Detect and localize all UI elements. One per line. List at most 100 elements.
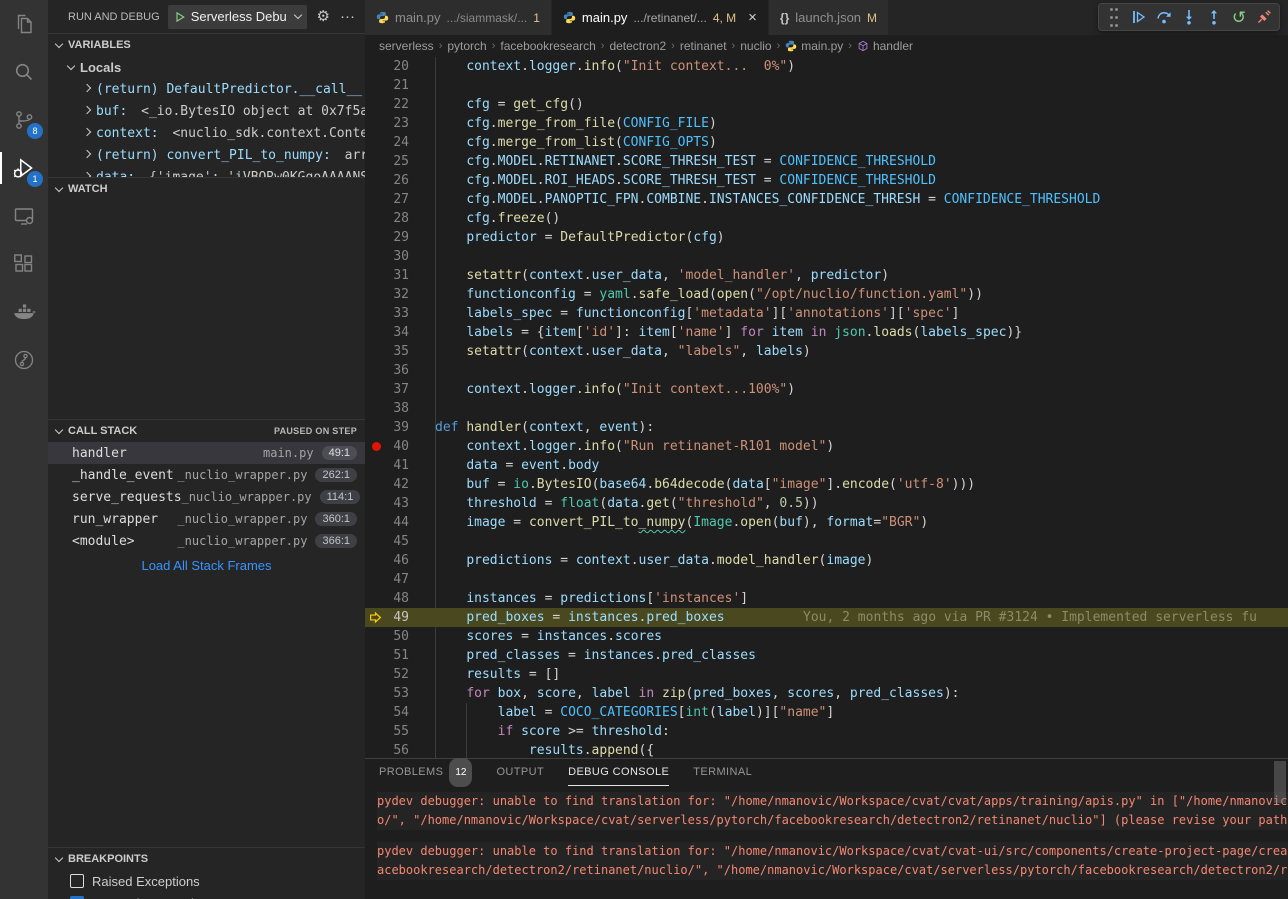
line-number: 25 [365, 152, 409, 171]
code-line: 43 threshold = float(data.get("threshold… [365, 494, 1288, 513]
continue-button[interactable] [1128, 6, 1150, 28]
stack-frame-row[interactable]: <module>_nuclio_wrapper.py366:1 [48, 530, 365, 552]
chevron-right-icon: › [439, 40, 443, 52]
variable-name: (return) DefaultPredictor.__call__: [96, 82, 365, 97]
sidebar-item-search[interactable] [0, 48, 48, 96]
call-stack-header[interactable]: CALL STACK PAUSED ON STEP [48, 420, 365, 442]
disconnect-button[interactable] [1253, 6, 1275, 28]
scope-locals[interactable]: Locals [48, 56, 365, 78]
drag-handle-icon[interactable] [1103, 6, 1125, 28]
breakpoint-uncaught-exceptions[interactable]: ✓ Uncaught Exceptions [48, 892, 365, 899]
breadcrumb-item[interactable]: retinanet [680, 39, 727, 53]
stack-frame-row[interactable]: serve_requests_nuclio_wrapper.py114:1 [48, 486, 365, 508]
step-over-button[interactable] [1153, 6, 1175, 28]
sidebar-item-explorer[interactable] [0, 0, 48, 48]
sidebar-header: RUN AND DEBUG Serverless Debu ⚙ ··· [48, 0, 365, 33]
chevron-right-icon: › [492, 40, 496, 52]
sidebar-item-extensions[interactable] [0, 240, 48, 288]
chevron-down-icon [67, 61, 75, 69]
start-debug-icon[interactable] [174, 11, 186, 23]
code-text: cfg.freeze() [435, 209, 560, 228]
step-into-button[interactable] [1178, 6, 1200, 28]
tab-main-py-retinanet[interactable]: main.py .../retinanet/... 4, M × [552, 0, 769, 35]
code-text: label = COCO_CATEGORIES[int(label)]["nam… [435, 703, 834, 722]
tab-main-py-siammask[interactable]: main.py .../siammask/... 1 [365, 0, 552, 35]
breadcrumb-item-file[interactable]: main.py [785, 39, 843, 53]
breadcrumb-item[interactable]: facebookresearch [500, 39, 595, 53]
code-text: context.logger.info("Init context...100%… [435, 380, 795, 399]
panel-tabs: PROBLEMS 12 OUTPUT DEBUG CONSOLE TERMINA… [365, 759, 1288, 786]
tab-terminal[interactable]: TERMINAL [693, 759, 752, 786]
panel-scrollbar[interactable] [1274, 761, 1286, 803]
git-blame-annotation: You, 2 months ago via PR #3124 • Impleme… [803, 608, 1257, 627]
launch-config-dropdown[interactable]: Serverless Debu [168, 5, 307, 29]
variable-value: {'image': 'iVBORw0KGgoAAAANSUhE… [141, 170, 365, 178]
debug-console-output[interactable]: pydev debugger: unable to find translati… [365, 786, 1288, 892]
tab-output[interactable]: OUTPUT [496, 759, 544, 786]
breadcrumb-item[interactable]: pytorch [447, 39, 486, 53]
tab-problems[interactable]: PROBLEMS 12 [379, 759, 472, 786]
variable-row[interactable]: buf: <_io.BytesIO object at 0x7f5a2dc1ec… [48, 100, 365, 122]
code-line: 21 [365, 76, 1288, 95]
chevron-down-icon [55, 425, 63, 433]
stack-frame-position: 114:1 [320, 490, 361, 504]
run-debug-sidebar: RUN AND DEBUG Serverless Debu ⚙ ··· VARI… [48, 0, 365, 899]
sidebar-item-run-and-debug[interactable]: 1 [0, 144, 48, 192]
restart-button[interactable]: ↺ [1228, 6, 1250, 28]
breadcrumb-item[interactable]: detectron2 [609, 39, 666, 53]
stack-frame-row[interactable]: run_wrapper_nuclio_wrapper.py360:1 [48, 508, 365, 530]
line-number: 41 [365, 456, 409, 475]
close-icon[interactable]: × [748, 9, 757, 26]
breadcrumb-item[interactable]: serverless [379, 39, 434, 53]
breakpoints-header[interactable]: BREAKPOINTS [48, 848, 365, 870]
breadcrumb-item[interactable]: nuclio [740, 39, 771, 53]
python-icon [376, 11, 389, 24]
code-line: 20 context.logger.info("Init context... … [365, 57, 1288, 76]
more-actions-icon[interactable]: ··· [340, 9, 355, 24]
checkbox-unchecked[interactable] [70, 874, 84, 888]
sidebar-item-remote-explorer[interactable] [0, 192, 48, 240]
load-all-stack-frames-link[interactable]: Load All Stack Frames [48, 558, 365, 573]
stack-frame-row[interactable]: _handle_event_nuclio_wrapper.py262:1 [48, 464, 365, 486]
sidebar-item-source-control[interactable]: 8 [0, 96, 48, 144]
chevron-right-icon: › [601, 40, 605, 52]
variable-row[interactable]: (return) convert_PIL_to_numpy: array([[[… [48, 144, 365, 166]
code-text: image = convert_PIL_to_numpy(Image.open(… [435, 513, 928, 532]
extensions-icon [12, 252, 36, 276]
code-text: cfg = get_cfg() [435, 95, 584, 114]
line-number: 27 [365, 190, 409, 209]
variables-section: VARIABLES Locals (return) DefaultPredict… [48, 33, 365, 177]
tab-path: .../retinanet/... [633, 11, 706, 25]
variable-row[interactable]: (return) DefaultPredictor.__call__: {'in… [48, 78, 365, 100]
breadcrumb-item-symbol[interactable]: handler [857, 39, 913, 53]
line-number: 56 [365, 741, 409, 758]
code-text: threshold = float(data.get("threshold", … [435, 494, 819, 513]
stack-frame-position: 360:1 [315, 512, 357, 526]
code-editor[interactable]: 20 context.logger.info("Init context... … [365, 57, 1288, 758]
variables-header[interactable]: VARIABLES [48, 34, 365, 56]
stack-frame-row[interactable]: handlermain.py49:1 [48, 442, 365, 464]
chevron-right-icon [83, 83, 91, 91]
sidebar-item-docker[interactable] [0, 288, 48, 336]
tab-debug-console[interactable]: DEBUG CONSOLE [568, 759, 669, 786]
gear-icon[interactable]: ⚙ [317, 9, 330, 24]
variable-name: data: [96, 170, 135, 178]
code-text: pred_boxes = instances.pred_boxes [435, 608, 725, 627]
stack-frame-file: _nuclio_wrapper.py [177, 534, 307, 548]
line-number: 24 [365, 133, 409, 152]
tab-launch-json[interactable]: {} launch.json M [769, 0, 889, 35]
code-text: context.logger.info("Init context... 0%"… [435, 57, 795, 76]
step-out-button[interactable] [1203, 6, 1225, 28]
code-text: functionconfig = yaml.safe_load(open("/o… [435, 285, 983, 304]
line-number: 55 [365, 722, 409, 741]
tab-modified-badge: M [867, 11, 877, 25]
json-icon: {} [780, 11, 789, 25]
code-line: 24 cfg.merge_from_list(CONFIG_OPTS) [365, 133, 1288, 152]
variable-row[interactable]: context: <nuclio_sdk.context.Context obj… [48, 122, 365, 144]
watch-header[interactable]: WATCH [48, 178, 365, 200]
search-icon [12, 60, 36, 84]
stack-frame-file: _nuclio_wrapper.py [177, 512, 307, 526]
variable-row[interactable]: data: {'image': 'iVBORw0KGgoAAAANSUhE… [48, 166, 365, 177]
breakpoint-raised-exceptions[interactable]: Raised Exceptions [48, 870, 365, 892]
sidebar-item-git-graph[interactable] [0, 336, 48, 384]
